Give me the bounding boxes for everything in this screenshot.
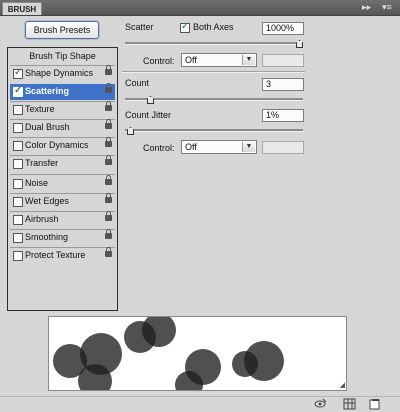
list-item-label: Noise (25, 178, 49, 188)
list-item-label: Airbrush (25, 214, 59, 224)
bottom-toolbar (0, 396, 400, 412)
lock-icon[interactable] (105, 65, 112, 75)
collapse-icon[interactable]: ▸▸ (362, 1, 371, 14)
check-icon: ✓ (14, 85, 23, 96)
lock-icon[interactable] (105, 211, 112, 221)
list-item-shape-dynamics[interactable]: ✓ Shape Dynamics (10, 65, 115, 82)
checkbox[interactable] (13, 159, 23, 169)
brush-panel: BRUSH ▸▸ ▾≡ Brush Presets Brush Tip Shap… (0, 0, 400, 411)
checkbox[interactable] (13, 197, 23, 207)
list-item-smoothing[interactable]: Smoothing (10, 229, 115, 246)
lock-icon[interactable] (105, 137, 112, 147)
eye-brush-icon[interactable] (314, 398, 327, 410)
both-axes-label: Both Axes (193, 22, 234, 32)
list-item-protect-texture[interactable]: Protect Texture (10, 247, 115, 264)
count-value-field[interactable]: 3 (262, 78, 304, 91)
divider (10, 174, 115, 175)
count-jitter-control-dropdown[interactable]: Off ▼ (181, 140, 257, 154)
list-item-label: Smoothing (25, 232, 69, 242)
list-item-transfer[interactable]: Transfer (10, 155, 115, 172)
lock-icon[interactable] (105, 155, 112, 165)
lock-icon[interactable] (105, 83, 112, 93)
checkbox[interactable]: ✓ (13, 67, 23, 79)
count-jitter-control-value-field (262, 141, 304, 154)
list-item-label: Texture (25, 104, 55, 114)
list-item-noise[interactable]: Noise (10, 175, 115, 192)
list-item-texture[interactable]: Texture (10, 101, 115, 118)
brush-settings-list: Brush Tip Shape ✓ Shape Dynamics ✓ Scatt… (7, 47, 118, 311)
checkbox[interactable]: ✓ (13, 85, 23, 97)
list-item-label: Color Dynamics (25, 140, 89, 150)
new-preset-icon[interactable] (368, 398, 381, 410)
checkbox[interactable] (13, 215, 23, 225)
count-jitter-value-field[interactable]: 1% (262, 109, 304, 122)
list-item-wet-edges[interactable]: Wet Edges (10, 193, 115, 210)
brush-tip-shape-item[interactable]: Brush Tip Shape (8, 51, 117, 61)
lock-icon[interactable] (105, 101, 112, 111)
lock-icon[interactable] (105, 229, 112, 239)
scatter-control-value-field (262, 54, 304, 67)
brush-stroke-preview: ◢ (48, 316, 347, 391)
dropdown-value: Off (185, 142, 197, 152)
list-item-color-dynamics[interactable]: Color Dynamics (10, 137, 115, 154)
chevron-down-icon: ▼ (242, 55, 255, 65)
count-jitter-slider-track[interactable] (125, 129, 303, 132)
list-item-label: Shape Dynamics (25, 68, 94, 78)
scatter-control-label: Control: (143, 56, 175, 66)
checkbox[interactable] (13, 233, 23, 243)
scatter-control-dropdown[interactable]: Off ▼ (181, 53, 257, 67)
list-item-label: Protect Texture (25, 250, 86, 260)
brush-dabs-preview (53, 317, 284, 390)
list-item-label: Dual Brush (25, 122, 70, 132)
checkbox[interactable] (13, 251, 23, 261)
check-icon: ✓ (14, 67, 23, 78)
list-item-dual-brush[interactable]: Dual Brush (10, 119, 115, 136)
scatter-value-field[interactable]: 1000% (262, 22, 304, 35)
scatter-label: Scatter (125, 22, 154, 32)
count-jitter-control-label: Control: (143, 143, 175, 153)
lock-icon[interactable] (105, 175, 112, 185)
list-item-label: Transfer (25, 158, 59, 168)
list-item-airbrush[interactable]: Airbrush (10, 211, 115, 228)
dropdown-value: Off (185, 55, 197, 65)
both-axes-checkbox[interactable]: ✓ (180, 21, 190, 33)
list-item-label: Wet Edges (25, 196, 69, 206)
tab-brush[interactable]: BRUSH (2, 2, 42, 15)
checkbox[interactable] (13, 123, 23, 133)
panel-titlebar: BRUSH ▸▸ ▾≡ (0, 0, 400, 16)
scatter-slider-track[interactable] (125, 42, 303, 45)
brush-presets-button[interactable]: Brush Presets (25, 21, 99, 39)
lock-icon[interactable] (105, 247, 112, 257)
divider (122, 71, 305, 73)
check-icon: ✓ (181, 21, 190, 32)
list-item-scattering[interactable]: ✓ Scattering (10, 83, 115, 100)
panel-menu-icon[interactable]: ▾≡ (382, 1, 392, 14)
lock-icon[interactable] (105, 119, 112, 129)
checkbox[interactable] (13, 179, 23, 189)
count-jitter-label: Count Jitter (125, 110, 172, 120)
grid-icon[interactable] (343, 398, 356, 410)
count-label: Count (125, 78, 150, 88)
checkbox[interactable] (13, 105, 23, 115)
checkbox[interactable] (13, 141, 23, 151)
lock-icon[interactable] (105, 193, 112, 203)
resize-grip-icon[interactable]: ◢ (340, 381, 345, 389)
chevron-down-icon: ▼ (242, 142, 255, 152)
list-item-label: Scattering (25, 86, 70, 96)
